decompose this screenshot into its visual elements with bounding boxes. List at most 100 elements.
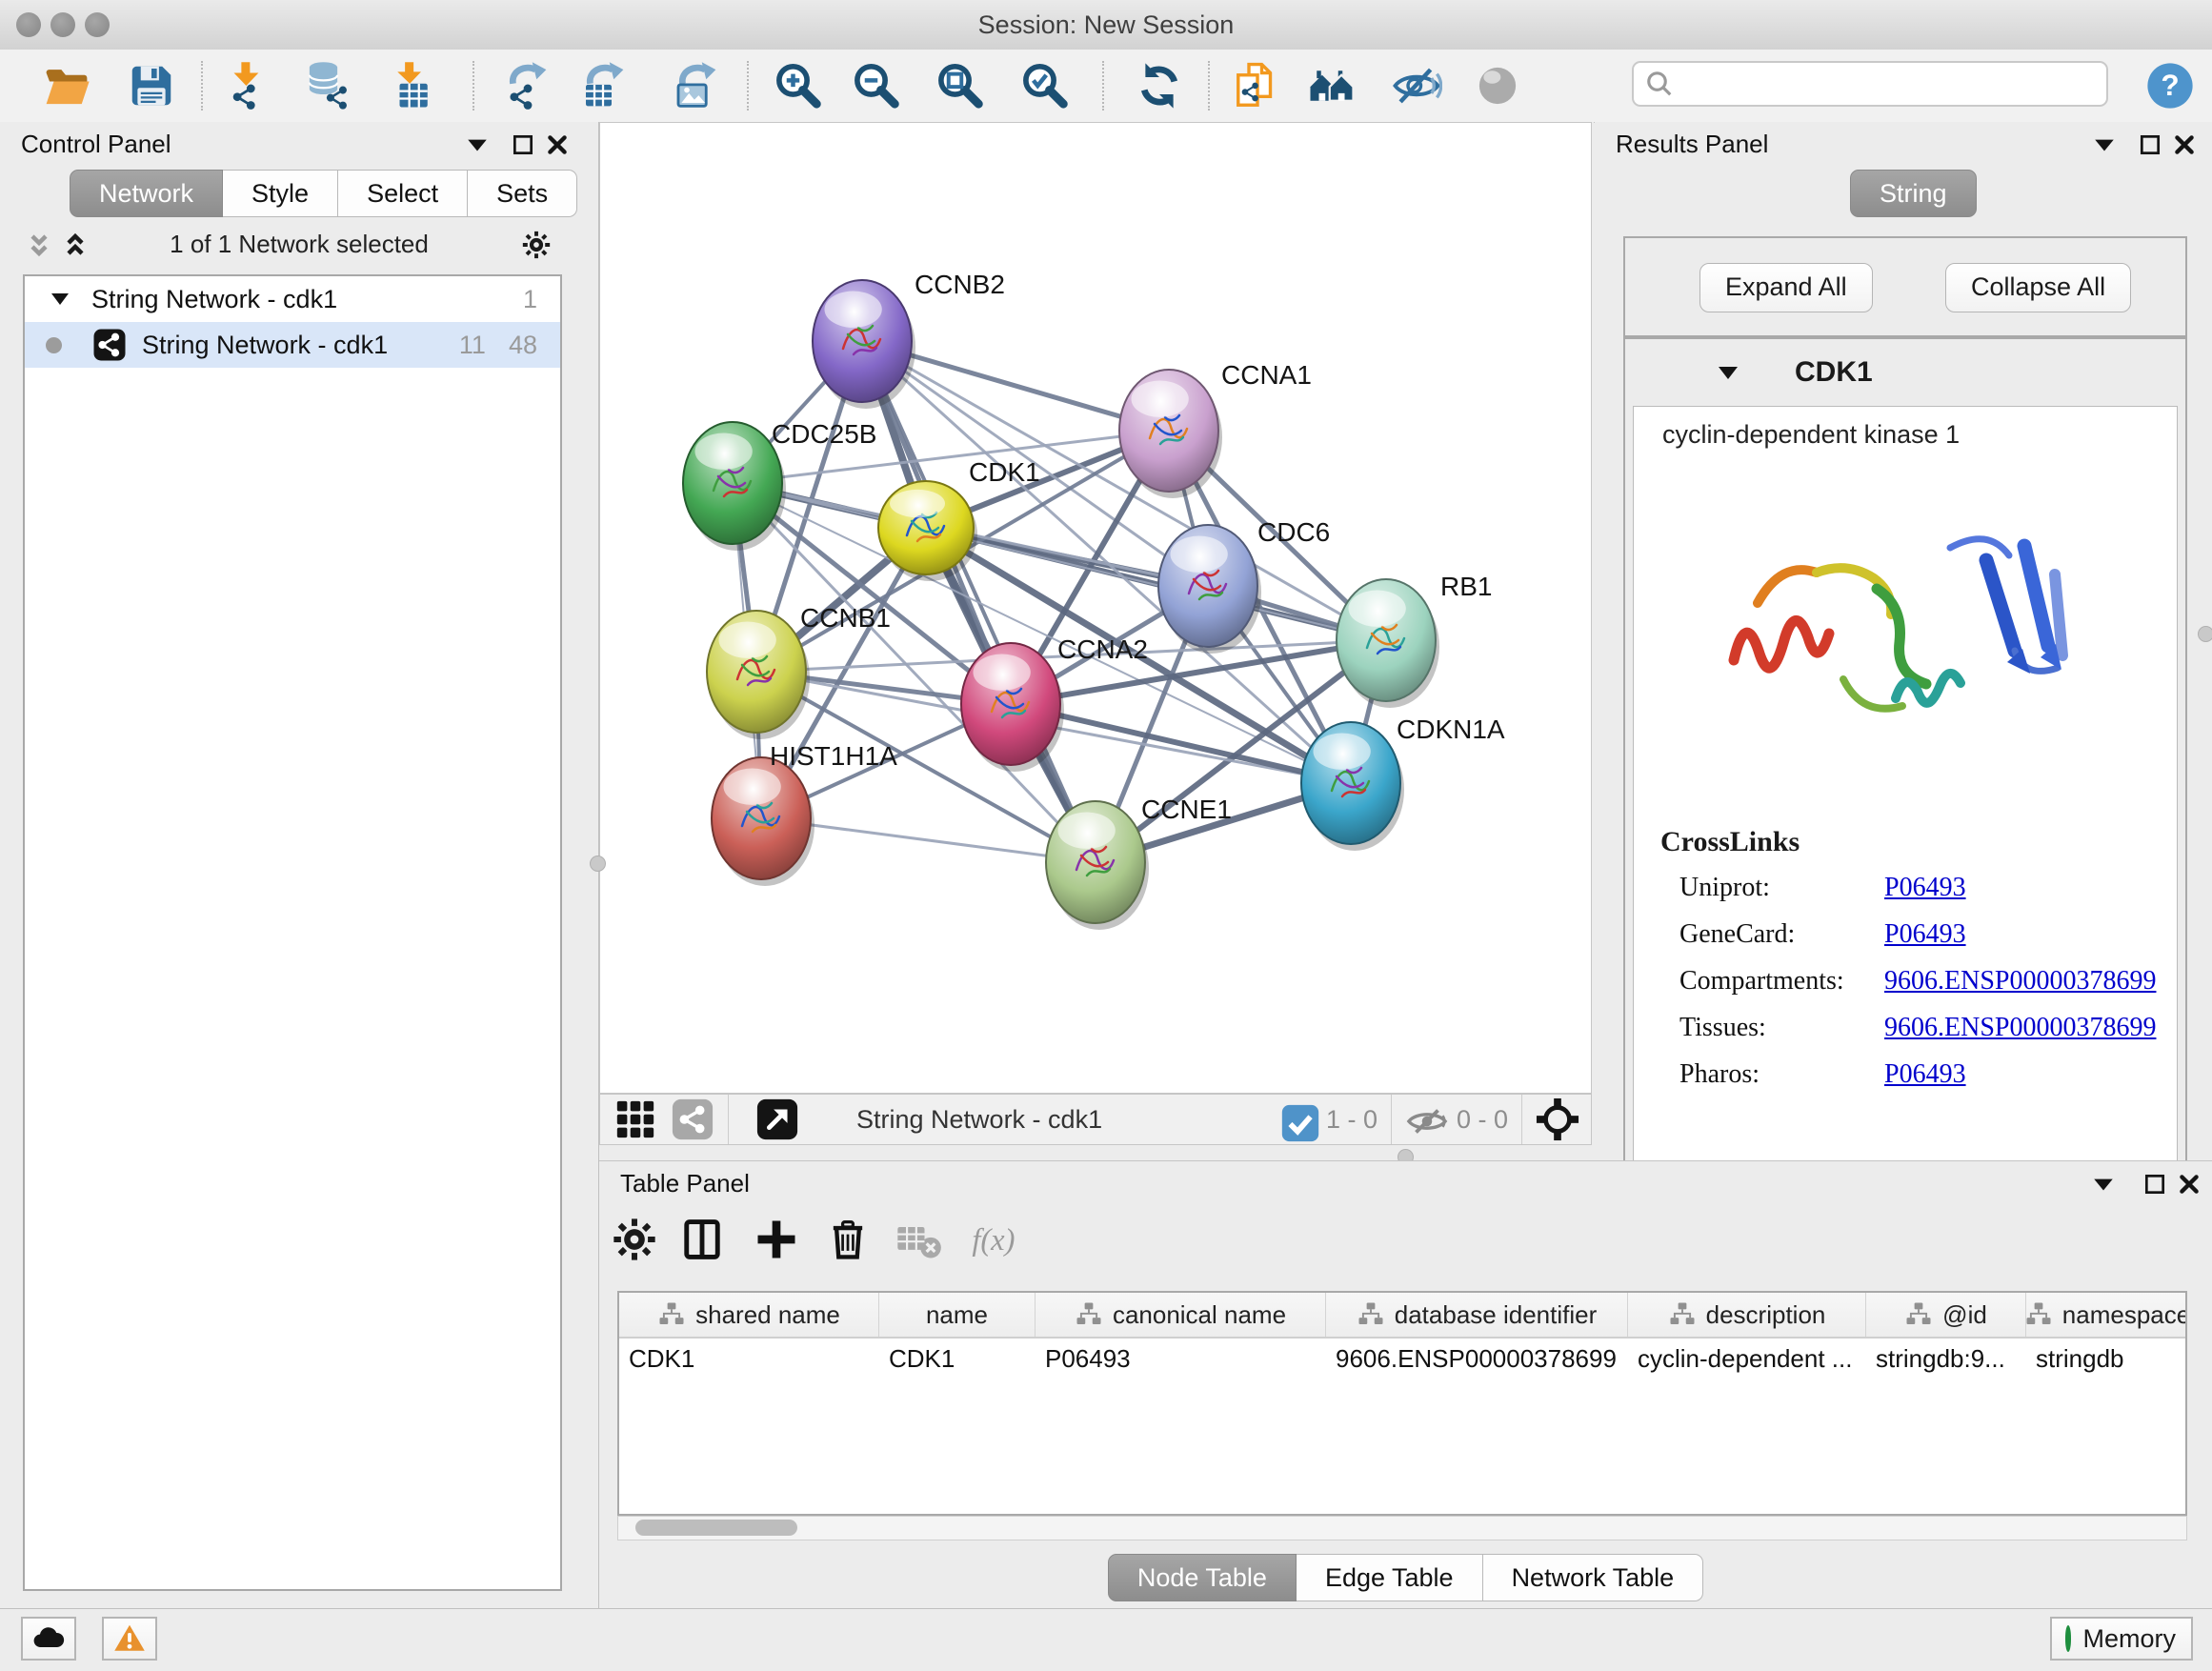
search-box[interactable] bbox=[1632, 61, 2108, 107]
node-CDKN1A[interactable]: CDKN1A bbox=[1301, 715, 1505, 851]
tab-network-table[interactable]: Network Table bbox=[1483, 1554, 1704, 1601]
protein-card-header[interactable]: CDK1 bbox=[1625, 339, 2185, 406]
protein-name: CDK1 bbox=[1795, 356, 1873, 389]
panel-menu-icon[interactable] bbox=[2091, 1172, 2116, 1197]
hide-selected-button[interactable] bbox=[1390, 59, 1443, 112]
zoom-in-button[interactable] bbox=[771, 59, 824, 112]
hide-selected-icon bbox=[1391, 60, 1442, 111]
export-network-button[interactable] bbox=[499, 59, 553, 112]
show-all-icon bbox=[1472, 60, 1523, 111]
import-table-button[interactable] bbox=[386, 59, 439, 112]
node-CCNA2[interactable]: CCNA2 bbox=[961, 634, 1148, 772]
grid-view-button[interactable] bbox=[613, 1097, 657, 1141]
node-CCNB1[interactable]: CCNB1 bbox=[707, 603, 891, 739]
tab-network[interactable]: Network bbox=[70, 170, 223, 217]
column-header-namespace[interactable]: namespace bbox=[2026, 1293, 2187, 1337]
table-settings-button[interactable] bbox=[610, 1215, 663, 1268]
export-image-button[interactable] bbox=[669, 59, 722, 112]
import-network-file-button[interactable] bbox=[220, 59, 273, 112]
column-header-database-identifier[interactable]: database identifier bbox=[1326, 1293, 1628, 1337]
node-CCNB2[interactable]: CCNB2 bbox=[813, 270, 1005, 409]
delete-table-button[interactable] bbox=[894, 1215, 947, 1268]
network-status-dot bbox=[46, 337, 62, 353]
import-network-database-button[interactable] bbox=[301, 59, 354, 112]
tab-edge-table[interactable]: Edge Table bbox=[1297, 1554, 1483, 1601]
delete-column-button[interactable] bbox=[823, 1215, 876, 1268]
column-header-description[interactable]: description bbox=[1628, 1293, 1866, 1337]
network-row[interactable]: String Network - cdk1 11 48 bbox=[25, 322, 560, 368]
tab-node-table[interactable]: Node Table bbox=[1108, 1554, 1297, 1601]
column-label: shared name bbox=[695, 1300, 840, 1330]
help-button[interactable]: ? bbox=[2143, 59, 2197, 112]
expand-all-button[interactable]: Expand All bbox=[1699, 263, 1873, 312]
column-header-canonical-name[interactable]: canonical name bbox=[1036, 1293, 1326, 1337]
column-header--id[interactable]: @id bbox=[1866, 1293, 2026, 1337]
network-nodes: CCNB2 CCNA1 CDC25B bbox=[683, 270, 1505, 930]
function-builder-button[interactable]: f(x) bbox=[968, 1215, 1021, 1268]
table-row[interactable]: CDK1CDK1P064939606.ENSP00000378699cyclin… bbox=[619, 1339, 2185, 1380]
navigator-button[interactable] bbox=[1536, 1097, 1579, 1141]
cloud-status-button[interactable] bbox=[21, 1617, 76, 1661]
network-canvas[interactable]: CCNB2 CCNA1 CDC25B bbox=[599, 122, 1592, 1094]
node-CCNE1[interactable]: CCNE1 bbox=[1046, 795, 1232, 930]
network-options-gear-icon[interactable] bbox=[520, 229, 553, 261]
close-panel-icon[interactable] bbox=[545, 132, 570, 157]
collection-count: 1 bbox=[523, 285, 537, 314]
node-RB1[interactable]: RB1 bbox=[1337, 572, 1492, 708]
float-panel-icon[interactable] bbox=[2138, 132, 2162, 157]
svg-text:f(x): f(x) bbox=[972, 1223, 1015, 1258]
control-panel-tabs: NetworkStyleSelectSets bbox=[70, 170, 577, 217]
crosslink-link[interactable]: 9606.ENSP00000378699 bbox=[1884, 966, 2156, 997]
crosslink-link[interactable]: P06493 bbox=[1884, 1059, 1966, 1090]
tab-select[interactable]: Select bbox=[338, 170, 468, 217]
tab-style[interactable]: Style bbox=[223, 170, 338, 217]
node-CDC6[interactable]: CDC6 bbox=[1158, 517, 1330, 654]
table-horizontal-scrollbar[interactable] bbox=[617, 1516, 2187, 1540]
float-panel-icon[interactable] bbox=[2142, 1172, 2167, 1197]
warning-icon bbox=[112, 1621, 147, 1656]
left-splitter-grip[interactable] bbox=[590, 856, 606, 872]
memory-button[interactable]: Memory bbox=[2050, 1617, 2193, 1661]
warning-status-button[interactable] bbox=[102, 1617, 157, 1661]
export-table-button[interactable] bbox=[576, 59, 630, 112]
right-splitter-grip[interactable] bbox=[2198, 626, 2212, 642]
tab-string[interactable]: String bbox=[1850, 170, 1977, 217]
detach-view-button[interactable] bbox=[755, 1097, 799, 1141]
crosslink-link[interactable]: P06493 bbox=[1884, 919, 1966, 950]
collapse-all-button[interactable]: Collapse All bbox=[1945, 263, 2131, 312]
crosslink-link[interactable]: 9606.ENSP00000378699 bbox=[1884, 1013, 2156, 1043]
zoom-fit-button[interactable] bbox=[933, 59, 986, 112]
search-input[interactable] bbox=[1681, 70, 2106, 99]
zoom-selected-button[interactable] bbox=[1017, 59, 1071, 112]
collection-expand-caret-icon[interactable] bbox=[50, 285, 70, 314]
panel-menu-icon[interactable] bbox=[2092, 132, 2117, 157]
zoom-out-button[interactable] bbox=[849, 59, 902, 112]
create-column-button[interactable] bbox=[752, 1215, 805, 1268]
single-view-button[interactable] bbox=[671, 1097, 714, 1141]
column-label: @id bbox=[1942, 1300, 1987, 1330]
close-panel-icon[interactable] bbox=[2172, 132, 2197, 157]
crosslink-link[interactable]: P06493 bbox=[1884, 873, 1966, 903]
node-label-CDC6: CDC6 bbox=[1257, 517, 1330, 547]
new-network-from-selection-button[interactable] bbox=[1231, 59, 1284, 112]
save-session-button[interactable] bbox=[125, 59, 178, 112]
collapse-caret-icon[interactable] bbox=[1717, 363, 1739, 382]
column-label: name bbox=[926, 1300, 988, 1330]
open-session-button[interactable] bbox=[40, 59, 93, 112]
column-header-shared-name[interactable]: shared name bbox=[619, 1293, 879, 1337]
column-header-name[interactable]: name bbox=[879, 1293, 1036, 1337]
close-panel-icon[interactable] bbox=[2177, 1172, 2202, 1197]
cloud-icon bbox=[31, 1621, 66, 1656]
scrollbar-thumb[interactable] bbox=[635, 1520, 797, 1536]
float-panel-icon[interactable] bbox=[511, 132, 535, 157]
first-neighbors-button[interactable] bbox=[1305, 59, 1358, 112]
node-table[interactable]: shared name name canonical namedatabase id… bbox=[617, 1291, 2187, 1516]
import-network-database-icon bbox=[302, 60, 353, 111]
toggle-column-button[interactable] bbox=[677, 1215, 731, 1268]
node-HIST1H1A[interactable]: HIST1H1A bbox=[712, 741, 897, 886]
panel-menu-icon[interactable] bbox=[465, 132, 490, 157]
apply-layout-button[interactable] bbox=[1133, 59, 1186, 112]
network-collection-row[interactable]: String Network - cdk1 1 bbox=[25, 276, 560, 322]
tab-sets[interactable]: Sets bbox=[468, 170, 577, 217]
show-all-button[interactable] bbox=[1471, 59, 1524, 112]
